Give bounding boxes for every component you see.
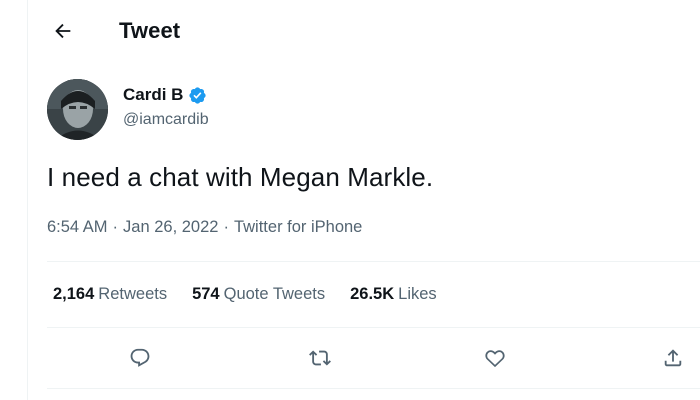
author-handle[interactable]: @iamcardib	[123, 111, 209, 129]
divider	[47, 388, 700, 389]
heart-icon	[485, 350, 505, 368]
author-name[interactable]: Cardi B	[123, 85, 183, 105]
column-border	[27, 0, 28, 400]
tweet-time[interactable]: 6:54 AM	[47, 218, 108, 236]
likes-label: Likes	[398, 285, 437, 303]
tweet-source[interactable]: Twitter for iPhone	[234, 218, 362, 236]
share-icon	[664, 349, 682, 367]
reply-icon	[130, 348, 150, 367]
divider	[47, 327, 700, 328]
author-name-row[interactable]: Cardi B	[123, 85, 207, 105]
quotes-count: 574	[192, 285, 220, 303]
avatar[interactable]	[47, 79, 108, 140]
tweet-date[interactable]: Jan 26, 2022	[123, 218, 218, 236]
page-title: Tweet	[119, 18, 181, 43]
verified-badge-icon	[189, 86, 207, 104]
header: Tweet	[28, 0, 700, 60]
divider	[47, 261, 700, 262]
likes-count: 26.5K	[350, 285, 395, 303]
share-button[interactable]	[658, 343, 688, 373]
retweet-button[interactable]	[305, 343, 335, 373]
arrow-left-icon	[55, 23, 71, 39]
meta-separator: ·	[112, 218, 119, 236]
retweet-icon	[309, 350, 331, 366]
likes-stat[interactable]: 26.5K Likes	[350, 285, 437, 304]
quotes-stat[interactable]: 574 Quote Tweets	[192, 285, 325, 304]
tweet-meta: 6:54 AM · Jan 26, 2022 · Twitter for iPhone	[47, 218, 362, 237]
tweet-text: I need a chat with Megan Markle.	[47, 162, 434, 192]
reply-button[interactable]	[125, 343, 155, 373]
avatar-image	[47, 79, 108, 140]
retweets-stat[interactable]: 2,164 Retweets	[53, 285, 167, 304]
tweet-page: Tweet Cardi B @iamcardib I need a chat w…	[0, 0, 700, 400]
back-button[interactable]	[46, 14, 80, 48]
quotes-label: Quote Tweets	[223, 285, 326, 303]
meta-separator: ·	[223, 218, 229, 236]
like-button[interactable]	[480, 343, 510, 373]
retweets-count: 2,164	[53, 285, 95, 303]
tweet-stats: 2,164 Retweets 574 Quote Tweets 26.5K Likes	[53, 285, 437, 304]
retweets-label: Retweets	[98, 285, 168, 303]
